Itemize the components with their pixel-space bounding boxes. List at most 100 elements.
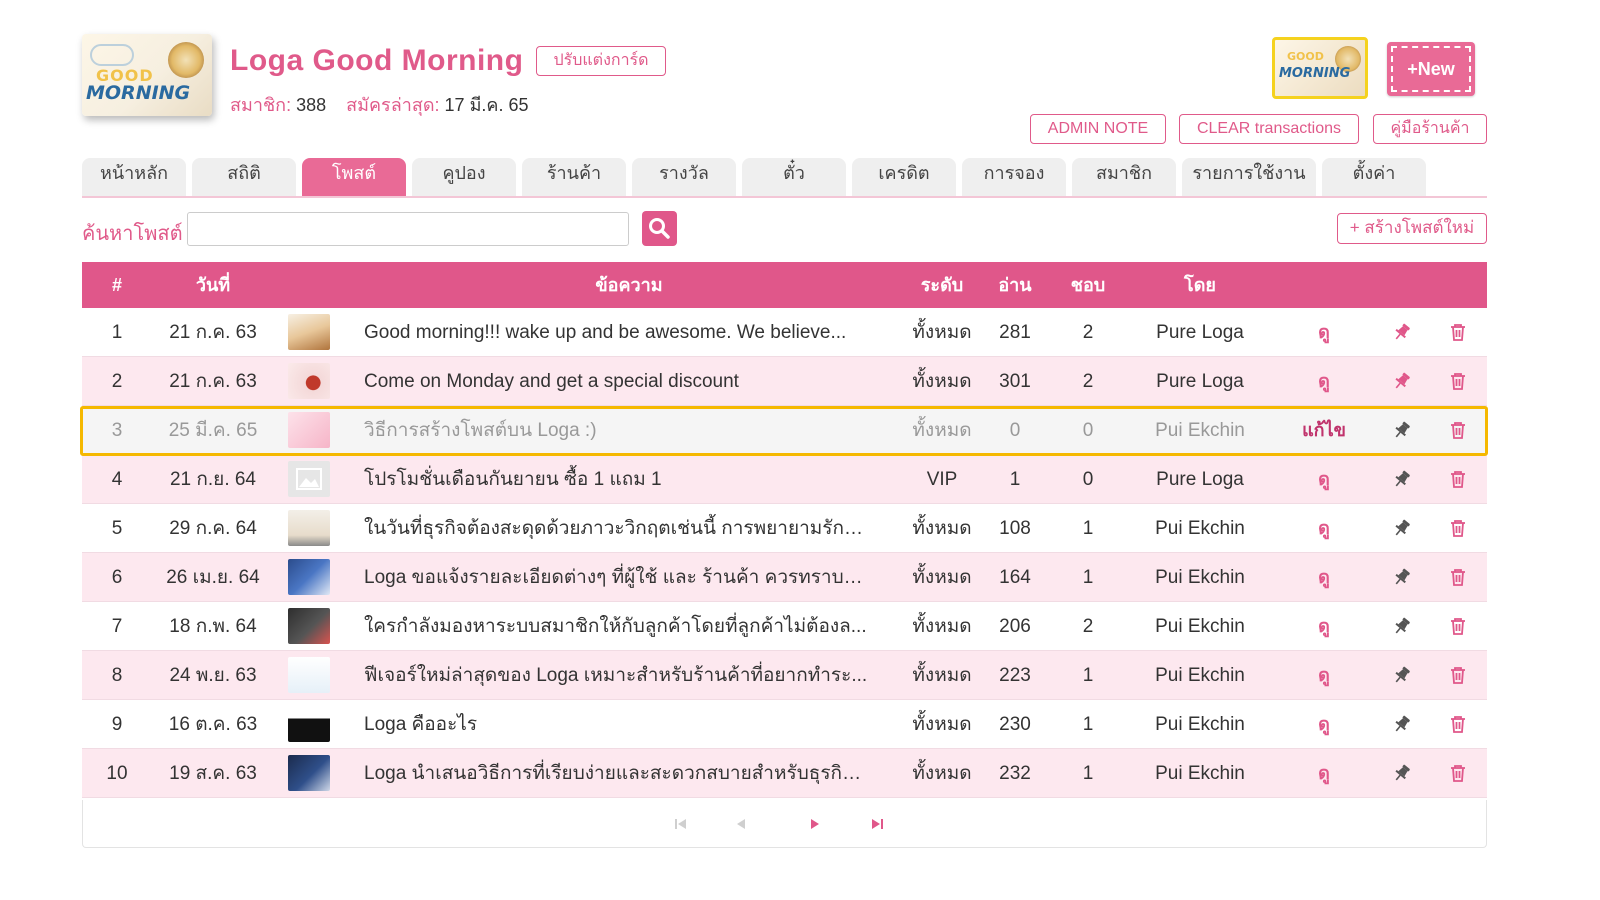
last-page-icon[interactable] (869, 816, 885, 832)
col-num-header: # (111, 275, 122, 295)
row-level: ทั้งหมด (912, 567, 972, 588)
table-row[interactable]: 5 29 ก.ค. 64 ในวันที่ธุรกิจต้องสะดุดด้วยภา… (82, 504, 1487, 553)
table-row[interactable]: 7 18 ก.พ. 64 ใครกำลังมองหาระบบสมาชิกให้กับ… (82, 602, 1487, 651)
row-message: Loga ขอแจ้งรายละเอียดต่างๆ ที่ผู้ใช้ และ… (364, 567, 869, 588)
tab-posts[interactable]: โพสต์ (302, 158, 406, 196)
search-button[interactable] (642, 211, 677, 246)
shop-logo: GOOD MORNING (82, 34, 212, 116)
pin-icon[interactable] (1392, 371, 1412, 391)
pin-icon[interactable] (1392, 518, 1412, 538)
row-author: Pui Ekchin (1155, 567, 1245, 588)
row-like-count: 0 (1082, 420, 1094, 441)
tab-bookings[interactable]: การจอง (962, 158, 1066, 196)
customize-card-button[interactable]: ปรับแต่งการ์ด (536, 46, 666, 76)
view-link[interactable]: ดู (1287, 504, 1361, 553)
col-level-header: ระดับ (920, 275, 964, 295)
table-row[interactable]: 8 24 พ.ย. 63 ฟีเจอร์ใหม่ล่าสุดของ Loga เหม… (82, 651, 1487, 700)
row-number: 2 (111, 371, 123, 392)
tab-rewards[interactable]: รางวัล (632, 158, 736, 196)
row-level: ทั้งหมด (912, 616, 972, 637)
pin-icon[interactable] (1392, 469, 1412, 489)
row-number: 1 (111, 322, 123, 343)
tab-usage[interactable]: รายการใช้งาน (1182, 158, 1316, 196)
tab-stats[interactable]: สถิติ (192, 158, 296, 196)
pin-icon[interactable] (1392, 322, 1412, 342)
row-like-count: 2 (1082, 616, 1094, 637)
tab-shop[interactable]: ร้านค้า (522, 158, 626, 196)
tab-home[interactable]: หน้าหลัก (82, 158, 186, 196)
posts-table: # วันที่ ข้อความ ระดับ อ่าน ชอบ โดย 1 21 … (82, 262, 1487, 798)
view-link[interactable]: ดู (1287, 553, 1361, 602)
trash-icon[interactable] (1448, 518, 1468, 538)
post-thumbnail (288, 559, 330, 595)
table-row[interactable]: 1 21 ก.ค. 63 Good morning!!! wake up and b… (82, 308, 1487, 357)
shop-card-thumbnail[interactable]: GOOD MORNING (1272, 37, 1368, 99)
create-post-button[interactable]: + สร้างโพสต์ใหม่ (1337, 213, 1487, 244)
row-read-count: 0 (1009, 420, 1021, 441)
trash-icon[interactable] (1448, 322, 1468, 342)
view-link[interactable]: ดู (1287, 749, 1361, 798)
new-button[interactable]: +New (1387, 42, 1475, 96)
table-row[interactable]: 6 26 เม.ย. 64 Loga ขอแจ้งรายละเอียดต่างๆ ท… (82, 553, 1487, 602)
shop-manual-button[interactable]: คู่มือร้านค้า (1373, 114, 1487, 144)
trash-icon[interactable] (1448, 420, 1468, 440)
pin-icon[interactable] (1392, 665, 1412, 685)
trash-icon[interactable] (1448, 567, 1468, 587)
table-row[interactable]: 2 21 ก.ค. 63 Come on Monday and get a spec… (82, 357, 1487, 406)
view-link[interactable]: ดู (1287, 357, 1361, 406)
tab-tickets[interactable]: ตั๋ว (742, 158, 846, 196)
row-like-count: 1 (1082, 665, 1094, 686)
tab-settings[interactable]: ตั้งค่า (1322, 158, 1426, 196)
edit-link[interactable]: แก้ไข (1287, 406, 1361, 455)
row-level: ทั้งหมด (912, 714, 972, 735)
tab-coupons[interactable]: คูปอง (412, 158, 516, 196)
admin-note-button[interactable]: ADMIN NOTE (1030, 114, 1166, 144)
row-read-count: 232 (999, 763, 1031, 784)
trash-icon[interactable] (1448, 763, 1468, 783)
row-author: Pure Loga (1156, 469, 1244, 490)
table-row[interactable]: 3 25 มี.ค. 65 วิธีการสร้างโพสต์บน Loga :) ท… (82, 406, 1487, 455)
pin-icon[interactable] (1392, 714, 1412, 734)
clear-transactions-button[interactable]: CLEAR transactions (1179, 114, 1359, 144)
row-date: 19 ส.ค. 63 (169, 763, 257, 784)
search-input[interactable] (187, 212, 629, 246)
row-message: ฟีเจอร์ใหม่ล่าสุดของ Loga เหมาะสำหรับร้า… (364, 665, 868, 686)
row-date: 24 พ.ย. 63 (169, 665, 257, 686)
tab-credits[interactable]: เครดิต (852, 158, 956, 196)
next-page-icon[interactable] (807, 816, 823, 832)
pin-icon[interactable] (1392, 616, 1412, 636)
view-link[interactable]: ดู (1287, 455, 1361, 504)
tab-members[interactable]: สมาชิก (1072, 158, 1176, 196)
pagination (82, 800, 1487, 848)
trash-icon[interactable] (1448, 371, 1468, 391)
table-row[interactable]: 9 16 ต.ค. 63 Loga คืออะไร ทั้งหมด 230 1 Pui Ek… (82, 700, 1487, 749)
row-message: Loga คืออะไร (364, 714, 478, 735)
shop-title: Loga Good Morning (230, 44, 524, 77)
row-read-count: 301 (999, 371, 1031, 392)
col-like-header: ชอบ (1070, 275, 1106, 295)
trash-icon[interactable] (1448, 665, 1468, 685)
view-link[interactable]: ดู (1287, 602, 1361, 651)
pin-icon[interactable] (1392, 420, 1412, 440)
view-link[interactable]: ดู (1287, 308, 1361, 357)
trash-icon[interactable] (1448, 616, 1468, 636)
pin-icon[interactable] (1392, 763, 1412, 783)
view-link[interactable]: ดู (1287, 700, 1361, 749)
prev-page-icon[interactable] (733, 816, 749, 832)
members-count: 388 (296, 95, 327, 115)
col-message-header: ข้อความ (595, 275, 663, 295)
table-row[interactable]: 10 19 ส.ค. 63 Loga นำเสนอวิธีการที่เรียบง่… (82, 749, 1487, 798)
row-number: 7 (111, 616, 123, 637)
pin-icon[interactable] (1392, 567, 1412, 587)
trash-icon[interactable] (1448, 714, 1468, 734)
row-message: ในวันที่ธุรกิจต้องสะดุดด้วยภาวะวิกฤตเช่น… (364, 518, 869, 539)
row-number: 4 (111, 469, 123, 490)
post-thumbnail (288, 461, 330, 497)
row-level: ทั้งหมด (912, 420, 972, 441)
table-row[interactable]: 4 21 ก.ย. 64 โปรโมชั่นเดือนกันยายน ซื้อ 1 … (82, 455, 1487, 504)
row-date: 16 ต.ค. 63 (168, 714, 258, 735)
first-page-icon[interactable] (673, 816, 689, 832)
view-link[interactable]: ดู (1287, 651, 1361, 700)
trash-icon[interactable] (1448, 469, 1468, 489)
row-author: Pure Loga (1156, 371, 1244, 392)
